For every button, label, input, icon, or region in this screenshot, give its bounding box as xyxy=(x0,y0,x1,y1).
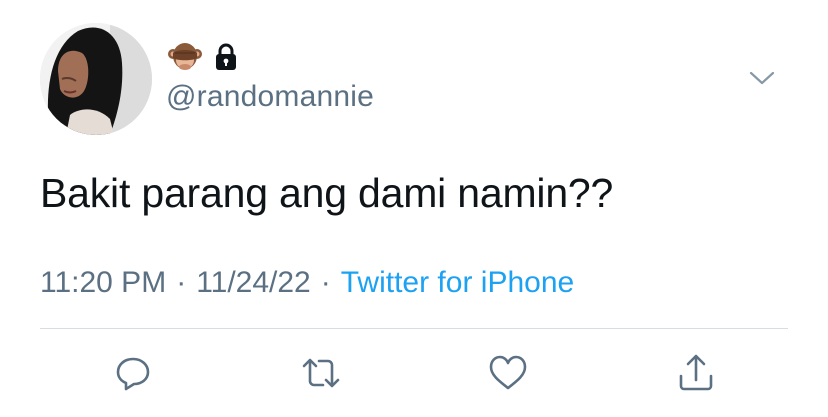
meta-separator: · xyxy=(320,266,331,299)
share-button[interactable] xyxy=(672,349,720,397)
reply-button[interactable] xyxy=(109,349,157,397)
share-icon xyxy=(679,354,713,391)
chevron-down-icon[interactable] xyxy=(748,68,776,88)
see-no-evil-monkey-icon xyxy=(166,38,204,76)
like-button[interactable] xyxy=(484,349,532,397)
tweet-date: 11/24/22 xyxy=(196,266,311,299)
tweet-source-link[interactable]: Twitter for iPhone xyxy=(341,266,574,300)
tweet-time: 11:20 PM xyxy=(40,266,167,299)
avatar[interactable] xyxy=(40,23,152,135)
lock-icon xyxy=(214,42,238,72)
retweet-button[interactable] xyxy=(297,349,345,397)
meta-separator: · xyxy=(176,266,187,299)
retweet-icon xyxy=(302,358,340,388)
reply-icon xyxy=(116,357,150,391)
display-name[interactable] xyxy=(166,38,238,76)
tweet-text: Bakit parang ang dami namin?? xyxy=(40,170,614,216)
user-handle[interactable]: @randomannie xyxy=(166,80,374,114)
action-bar xyxy=(0,345,828,401)
tweet-metadata: 11:20 PM · 11/24/22 · Twitter for iPhone xyxy=(40,266,574,300)
divider xyxy=(40,328,788,329)
like-icon xyxy=(489,355,527,390)
